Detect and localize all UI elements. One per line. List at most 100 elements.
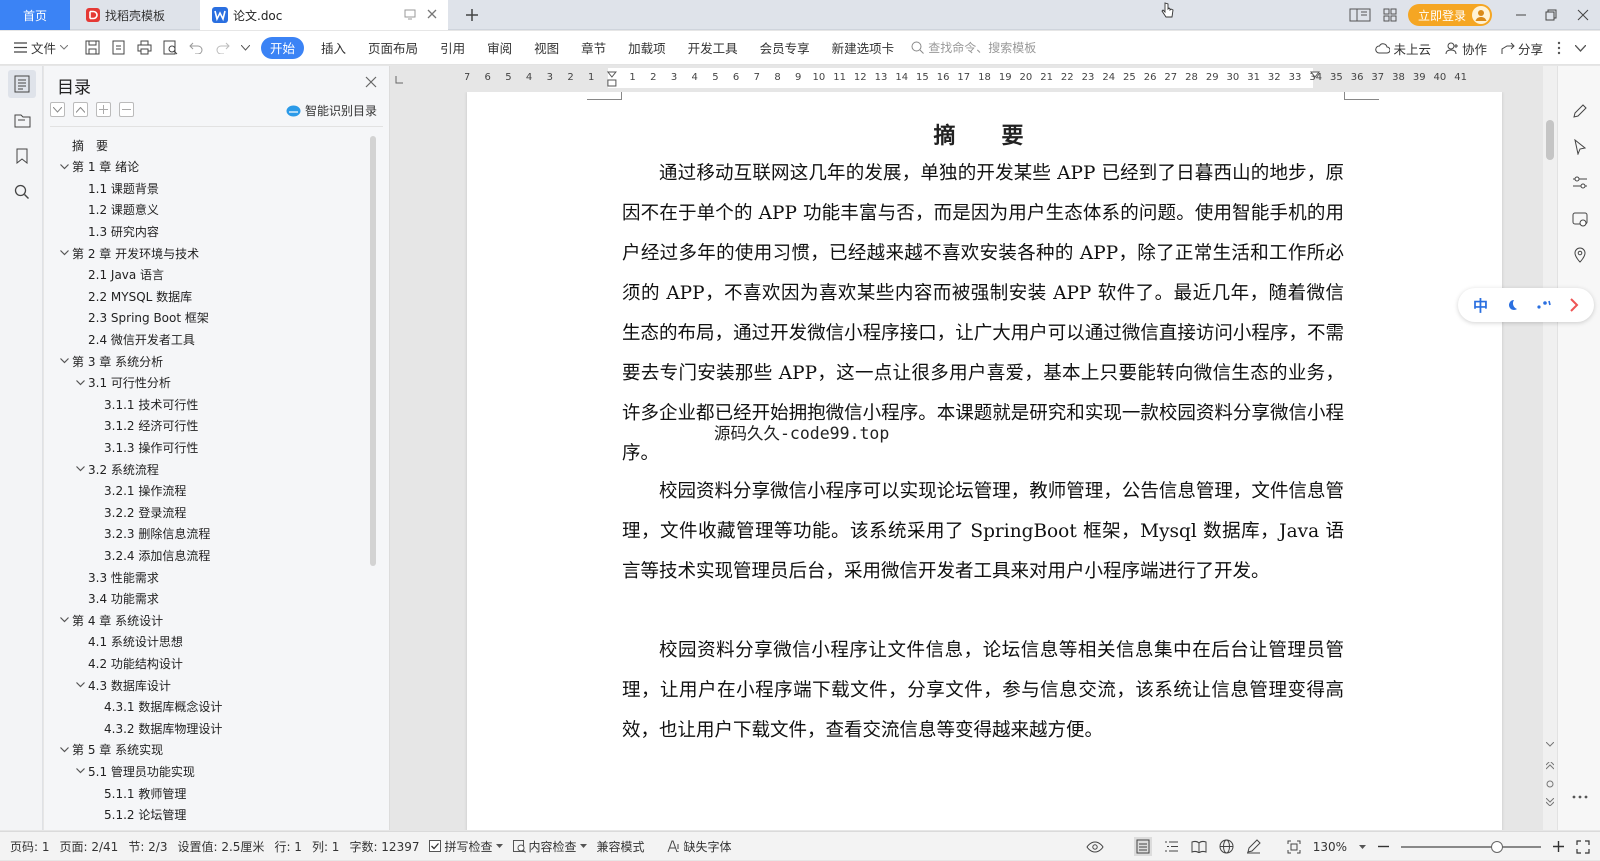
- pin-tab-icon[interactable]: [404, 9, 416, 20]
- login-button[interactable]: 立即登录: [1407, 4, 1492, 26]
- next-page-icon[interactable]: [1546, 798, 1554, 806]
- save-icon[interactable]: [79, 40, 105, 55]
- ime-toolbar[interactable]: 中: [1458, 288, 1594, 322]
- toc-item[interactable]: 3.4 功能需求: [72, 588, 159, 610]
- toc-item[interactable]: 3.1.1 技术可行性: [88, 393, 198, 415]
- toc-item[interactable]: 4.3.2 数据库物理设计: [88, 717, 222, 739]
- status-page-number[interactable]: 页码: 1: [10, 838, 50, 855]
- toc-panel-button[interactable]: [8, 70, 36, 98]
- toc-item[interactable]: 3.1.3 操作可行性: [88, 436, 198, 458]
- toc-scrollbar[interactable]: [370, 136, 376, 566]
- ribbon-tab-9[interactable]: 会员专享: [749, 37, 821, 59]
- share-button[interactable]: 分享: [1501, 39, 1543, 58]
- select-cursor-icon[interactable]: [1569, 136, 1591, 158]
- smart-toc-button[interactable]: 智能识别目录: [286, 102, 377, 119]
- fit-page-icon[interactable]: [1287, 840, 1301, 854]
- cloud-status-button[interactable]: 未上云: [1375, 39, 1431, 58]
- collaborate-button[interactable]: 协作: [1445, 39, 1487, 58]
- zoom-slider[interactable]: [1401, 840, 1541, 853]
- status-row[interactable]: 行: 1: [274, 838, 302, 855]
- reading-view-icon[interactable]: [1191, 840, 1207, 853]
- chevron-down-icon[interactable]: [56, 242, 72, 264]
- status-section[interactable]: 节: 2/3: [128, 838, 167, 855]
- web-view-icon[interactable]: [1219, 839, 1234, 854]
- toc-item[interactable]: 1.2 课题意义: [72, 199, 159, 221]
- scroll-down-icon[interactable]: [1546, 742, 1554, 747]
- select-browse-icon[interactable]: [1546, 780, 1554, 788]
- quick-access-dropdown-icon[interactable]: [235, 44, 255, 51]
- undo-icon[interactable]: [183, 41, 209, 54]
- zoom-slider-knob[interactable]: [1491, 840, 1504, 853]
- chevron-down-icon[interactable]: [72, 458, 88, 480]
- command-search[interactable]: 查找命令、搜索模板: [911, 39, 1036, 56]
- toc-item[interactable]: 4.1 系统设计思想: [72, 631, 183, 653]
- chevron-down-icon[interactable]: [56, 739, 72, 761]
- toc-item[interactable]: 2.4 微信开发者工具: [72, 328, 195, 350]
- close-window-icon[interactable]: [1566, 0, 1600, 30]
- toc-item[interactable]: 5.1.1 教师管理: [88, 782, 186, 804]
- zoom-dropdown-icon[interactable]: [1359, 844, 1366, 849]
- zoom-in-icon[interactable]: [1553, 841, 1564, 852]
- toc-item[interactable]: 3.3 性能需求: [72, 566, 159, 588]
- toc-item[interactable]: 3.2.2 登录流程: [88, 501, 186, 523]
- toc-item[interactable]: 摘 要: [56, 134, 108, 156]
- image-tool-icon[interactable]: [1569, 208, 1591, 230]
- punctuation-icon[interactable]: [1536, 300, 1552, 310]
- toc-item[interactable]: 3.2.4 添加信息流程: [88, 544, 210, 566]
- pen-edit-icon[interactable]: [1569, 100, 1591, 122]
- add-heading-icon[interactable]: [96, 102, 111, 117]
- tab-document[interactable]: 论文.doc: [200, 0, 448, 30]
- tab-stop-icon[interactable]: [395, 76, 403, 84]
- document-page[interactable]: 摘 要 通过移动互联网这几年的发展，单独的开发某些 APP 已经到了日暮西山的地…: [467, 92, 1502, 830]
- collapse-ribbon-icon[interactable]: [1575, 44, 1586, 52]
- zoom-out-icon[interactable]: [1378, 841, 1389, 852]
- tab-find-template[interactable]: 找稻壳模板: [72, 0, 196, 30]
- print-preview-icon[interactable]: [157, 40, 183, 55]
- outline-view-icon[interactable]: [1164, 840, 1179, 853]
- status-setting[interactable]: 设置值: 2.5厘米: [177, 838, 264, 855]
- chevron-down-icon[interactable]: [56, 350, 72, 372]
- collapse-all-icon[interactable]: [73, 102, 88, 117]
- fullscreen-icon[interactable]: [1576, 839, 1590, 854]
- ribbon-tab-3[interactable]: 引用: [429, 37, 476, 59]
- toc-item[interactable]: 3.1.2 经济可行性: [88, 415, 198, 437]
- status-column[interactable]: 列: 1: [312, 838, 340, 855]
- chevron-down-icon[interactable]: [72, 760, 88, 782]
- ribbon-tab-4[interactable]: 审阅: [476, 37, 523, 59]
- toc-item[interactable]: 3.2.3 删除信息流程: [88, 523, 210, 545]
- adjust-sliders-icon[interactable]: [1569, 172, 1591, 194]
- toc-item[interactable]: 第 1 章 绪论: [56, 156, 139, 178]
- toc-item[interactable]: 第 5 章 系统实现: [56, 739, 163, 761]
- status-page[interactable]: 页面: 2/41: [60, 838, 119, 855]
- ribbon-tab-8[interactable]: 开发工具: [677, 37, 749, 59]
- eye-protect-icon[interactable]: [1086, 840, 1104, 853]
- toc-item[interactable]: 第 2 章 开发环境与技术: [56, 242, 199, 264]
- more-options-icon[interactable]: [1557, 41, 1561, 55]
- expand-all-icon[interactable]: [50, 102, 65, 117]
- chevron-down-icon[interactable]: [56, 609, 72, 631]
- apps-grid-icon[interactable]: [1376, 8, 1404, 22]
- toc-item[interactable]: 第 3 章 系统分析: [56, 350, 163, 372]
- bookmark-button[interactable]: [8, 142, 36, 170]
- prev-page-icon[interactable]: [1546, 762, 1554, 770]
- toc-item[interactable]: 3.2.1 操作流程: [88, 480, 186, 502]
- toc-item[interactable]: 2.3 Spring Boot 框架: [72, 307, 209, 329]
- more-tools-icon[interactable]: [1569, 786, 1591, 808]
- chevron-down-icon[interactable]: [72, 674, 88, 696]
- toc-item[interactable]: 3.1 可行性分析: [72, 372, 171, 394]
- new-tab-plus-icon[interactable]: [462, 5, 482, 25]
- file-menu[interactable]: 文件: [0, 37, 79, 59]
- chevron-down-icon[interactable]: [72, 372, 88, 394]
- toc-item[interactable]: 5.1.2 论坛管理: [88, 804, 186, 826]
- toc-item[interactable]: 3.2 系统流程: [72, 458, 159, 480]
- vertical-scrollbar[interactable]: [1543, 66, 1557, 830]
- moon-halfwidth-icon[interactable]: [1506, 299, 1518, 311]
- redo-icon[interactable]: [209, 41, 235, 54]
- scroll-thumb[interactable]: [1546, 120, 1554, 160]
- page-view-icon[interactable]: [1133, 837, 1152, 856]
- find-button[interactable]: [8, 178, 36, 206]
- status-word-count[interactable]: 字数: 12397: [349, 838, 419, 855]
- toc-item[interactable]: 1.3 研究内容: [72, 220, 159, 242]
- layout-view-icon[interactable]: [1344, 8, 1376, 22]
- toc-item[interactable]: 4.3 数据库设计: [72, 674, 171, 696]
